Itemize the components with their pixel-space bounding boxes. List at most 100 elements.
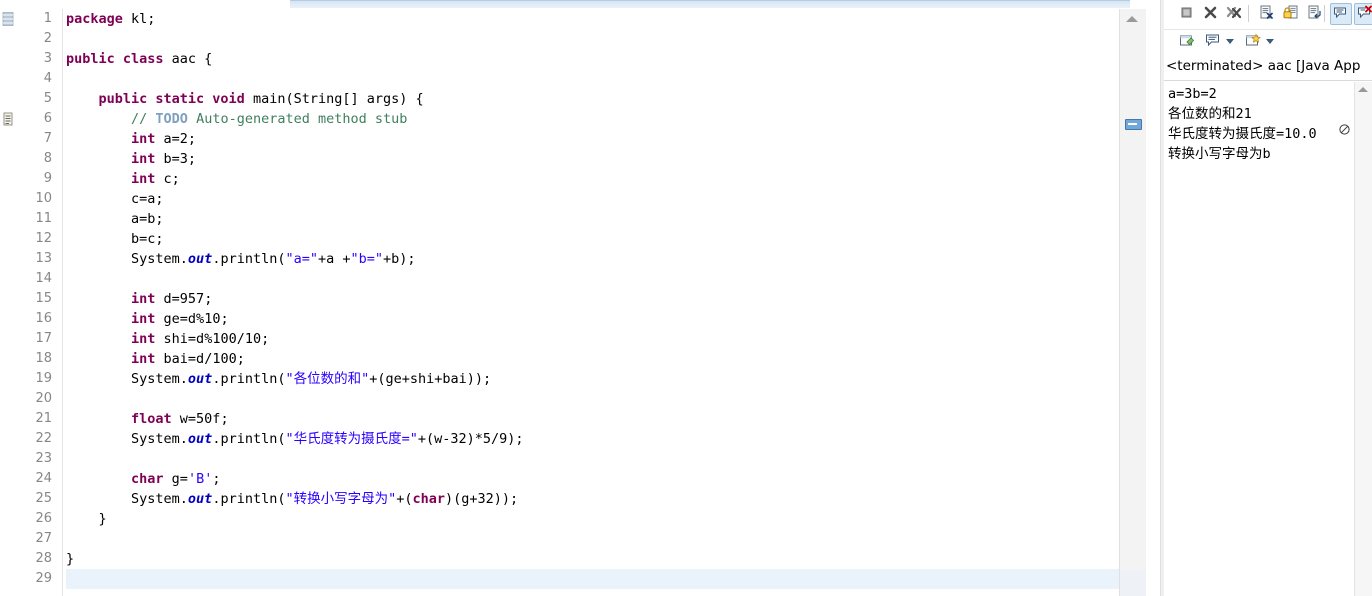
code-line[interactable]: int c; xyxy=(66,169,1120,189)
code-token: "华氏度转为摄氏度=" xyxy=(285,431,418,447)
code-token: // xyxy=(131,111,156,127)
code-token: int xyxy=(131,131,156,147)
code-line[interactable] xyxy=(66,529,1120,549)
code-line[interactable]: int ge=d%10; xyxy=(66,309,1120,329)
code-line[interactable]: } xyxy=(66,509,1120,529)
code-line[interactable] xyxy=(66,69,1120,89)
console-vertical-scrollbar[interactable] xyxy=(1354,82,1372,596)
line-number: 19 xyxy=(35,371,52,386)
pin-console-button[interactable] xyxy=(1176,32,1198,52)
todo-task-marker-icon[interactable] xyxy=(2,112,14,126)
line-number: 18 xyxy=(35,351,52,366)
code-line[interactable] xyxy=(66,269,1120,289)
line-number: 15 xyxy=(35,291,52,306)
remove-launch-button[interactable] xyxy=(1200,4,1220,24)
code-line[interactable]: float w=50f; xyxy=(66,409,1120,429)
code-line[interactable]: System.out.println("各位数的和"+(ge+shi+bai))… xyxy=(66,369,1120,389)
code-line[interactable]: package kl; xyxy=(66,9,1120,29)
line-number: 6 xyxy=(43,111,52,126)
code-line[interactable]: c=a; xyxy=(66,189,1120,209)
line-number: 2 xyxy=(43,31,52,46)
code-line[interactable]: int b=3; xyxy=(66,149,1120,169)
eclipse-ide-window: 1 2 3 4 5 6 7 8 9 10 11 12 13 14 15 16 17 18 19 20 21 22 23 24 2… xyxy=(0,0,1372,596)
code-token: g= xyxy=(163,471,188,487)
code-line[interactable]: a=b; xyxy=(66,209,1120,229)
code-line[interactable]: public class aac { xyxy=(66,49,1120,69)
code-token: out xyxy=(187,491,213,507)
code-line[interactable]: int bai=d/100; xyxy=(66,349,1120,369)
console-output-line: a=3b=2 xyxy=(1168,86,1217,102)
code-line[interactable]: int d=957; xyxy=(66,289,1120,309)
code-token: a=b; xyxy=(66,211,164,227)
editor-tab-remnant[interactable] xyxy=(290,0,1130,8)
line-number: 17 xyxy=(35,331,52,346)
line-number: 10 xyxy=(35,191,52,206)
code-token: public class xyxy=(66,51,164,67)
code-line[interactable]: int shi=d%100/10; xyxy=(66,329,1120,349)
code-line[interactable]: } xyxy=(66,549,1120,569)
code-line[interactable]: System.out.println("a="+a +"b="+b); xyxy=(66,249,1120,269)
code-line[interactable]: char g='B'; xyxy=(66,469,1120,489)
console-scroll-up-arrow-icon[interactable] xyxy=(1358,87,1368,92)
code-token: "转换小写字母为" xyxy=(285,491,397,507)
line-number: 7 xyxy=(43,131,52,146)
scroll-lock-button[interactable] xyxy=(1280,4,1300,24)
code-token: float xyxy=(131,411,172,427)
marker-ruler[interactable] xyxy=(0,9,55,596)
word-wrap-button[interactable] xyxy=(1304,4,1324,24)
console-process-label: <terminated> aac [Java App xyxy=(1166,58,1361,74)
terminate-button[interactable] xyxy=(1176,4,1196,24)
console-output-text[interactable]: a=3b=2 各位数的和21 华氏度转为摄氏度=10.0 转换小写字母为b xyxy=(1168,84,1350,584)
console-view: <terminated> aac [Java App a=3b=2 各位数的和21… xyxy=(1164,0,1372,596)
chevron-down-icon[interactable] xyxy=(1266,39,1274,44)
chevron-down-icon[interactable] xyxy=(1226,39,1234,44)
show-console-on-error-icon xyxy=(1357,5,1372,23)
line-number-ruler: 1 2 3 4 5 6 7 8 9 10 11 12 13 14 15 16 17 18 19 20 21 22 23 24 2… xyxy=(16,9,58,596)
code-token: Auto-generated method stub xyxy=(187,111,408,127)
console-header-divider xyxy=(1164,80,1372,81)
line-number: 22 xyxy=(35,431,52,446)
remove-all-terminated-icon xyxy=(1226,5,1243,24)
code-token: "各位数的和" xyxy=(285,371,370,387)
code-line[interactable] xyxy=(66,29,1120,49)
code-line[interactable]: System.out.println("转换小写字母为"+(char)(g+32… xyxy=(66,489,1120,509)
code-line[interactable] xyxy=(66,389,1120,409)
scroll-up-arrow-icon[interactable] xyxy=(1126,16,1138,22)
code-line[interactable] xyxy=(66,449,1120,469)
code-token: int xyxy=(131,311,156,327)
editor-vertical-scrollbar[interactable] xyxy=(1119,9,1146,596)
clear-console-button[interactable] xyxy=(1256,4,1276,24)
code-area[interactable]: package kl; public class aac { public st… xyxy=(66,9,1120,596)
code-token: c; xyxy=(155,171,180,187)
display-console-button[interactable] xyxy=(1202,32,1224,52)
code-token: System. xyxy=(66,491,188,507)
java-source-editor[interactable]: 1 2 3 4 5 6 7 8 9 10 11 12 13 14 15 16 17 18 19 20 21 22 23 24 2… xyxy=(0,9,1146,596)
open-console-button[interactable] xyxy=(1242,32,1264,52)
code-line[interactable]: public static void main(String[] args) { xyxy=(66,89,1120,109)
code-token: System. xyxy=(66,251,188,267)
remove-all-terminated-button[interactable] xyxy=(1224,4,1244,24)
code-token: int xyxy=(131,151,156,167)
code-line[interactable] xyxy=(66,569,1120,589)
code-line[interactable]: // TODO Auto-generated method stub xyxy=(66,109,1120,129)
remove-launch-icon xyxy=(1203,5,1218,24)
code-token: TODO xyxy=(155,111,188,127)
ruler-change-mark-icon[interactable] xyxy=(2,11,14,27)
line-number: 12 xyxy=(35,231,52,246)
code-line[interactable]: System.out.println("华氏度转为摄氏度="+(w-32)*5/… xyxy=(66,429,1120,449)
toolbar-separator xyxy=(1248,5,1249,22)
console-output-line: 转换小写字母为b xyxy=(1168,146,1271,162)
show-console-on-output-button[interactable] xyxy=(1330,3,1352,25)
line-number: 25 xyxy=(35,491,52,506)
code-line[interactable]: int a=2; xyxy=(66,129,1120,149)
code-token: "a=" xyxy=(285,251,318,267)
code-token: int xyxy=(131,331,156,347)
show-console-on-error-button[interactable] xyxy=(1354,3,1372,25)
code-token: +(w-32)*5/9); xyxy=(417,431,524,447)
line-number: 13 xyxy=(35,251,52,266)
overview-ruler-mark[interactable] xyxy=(1125,119,1142,130)
code-line[interactable]: b=c; xyxy=(66,229,1120,249)
